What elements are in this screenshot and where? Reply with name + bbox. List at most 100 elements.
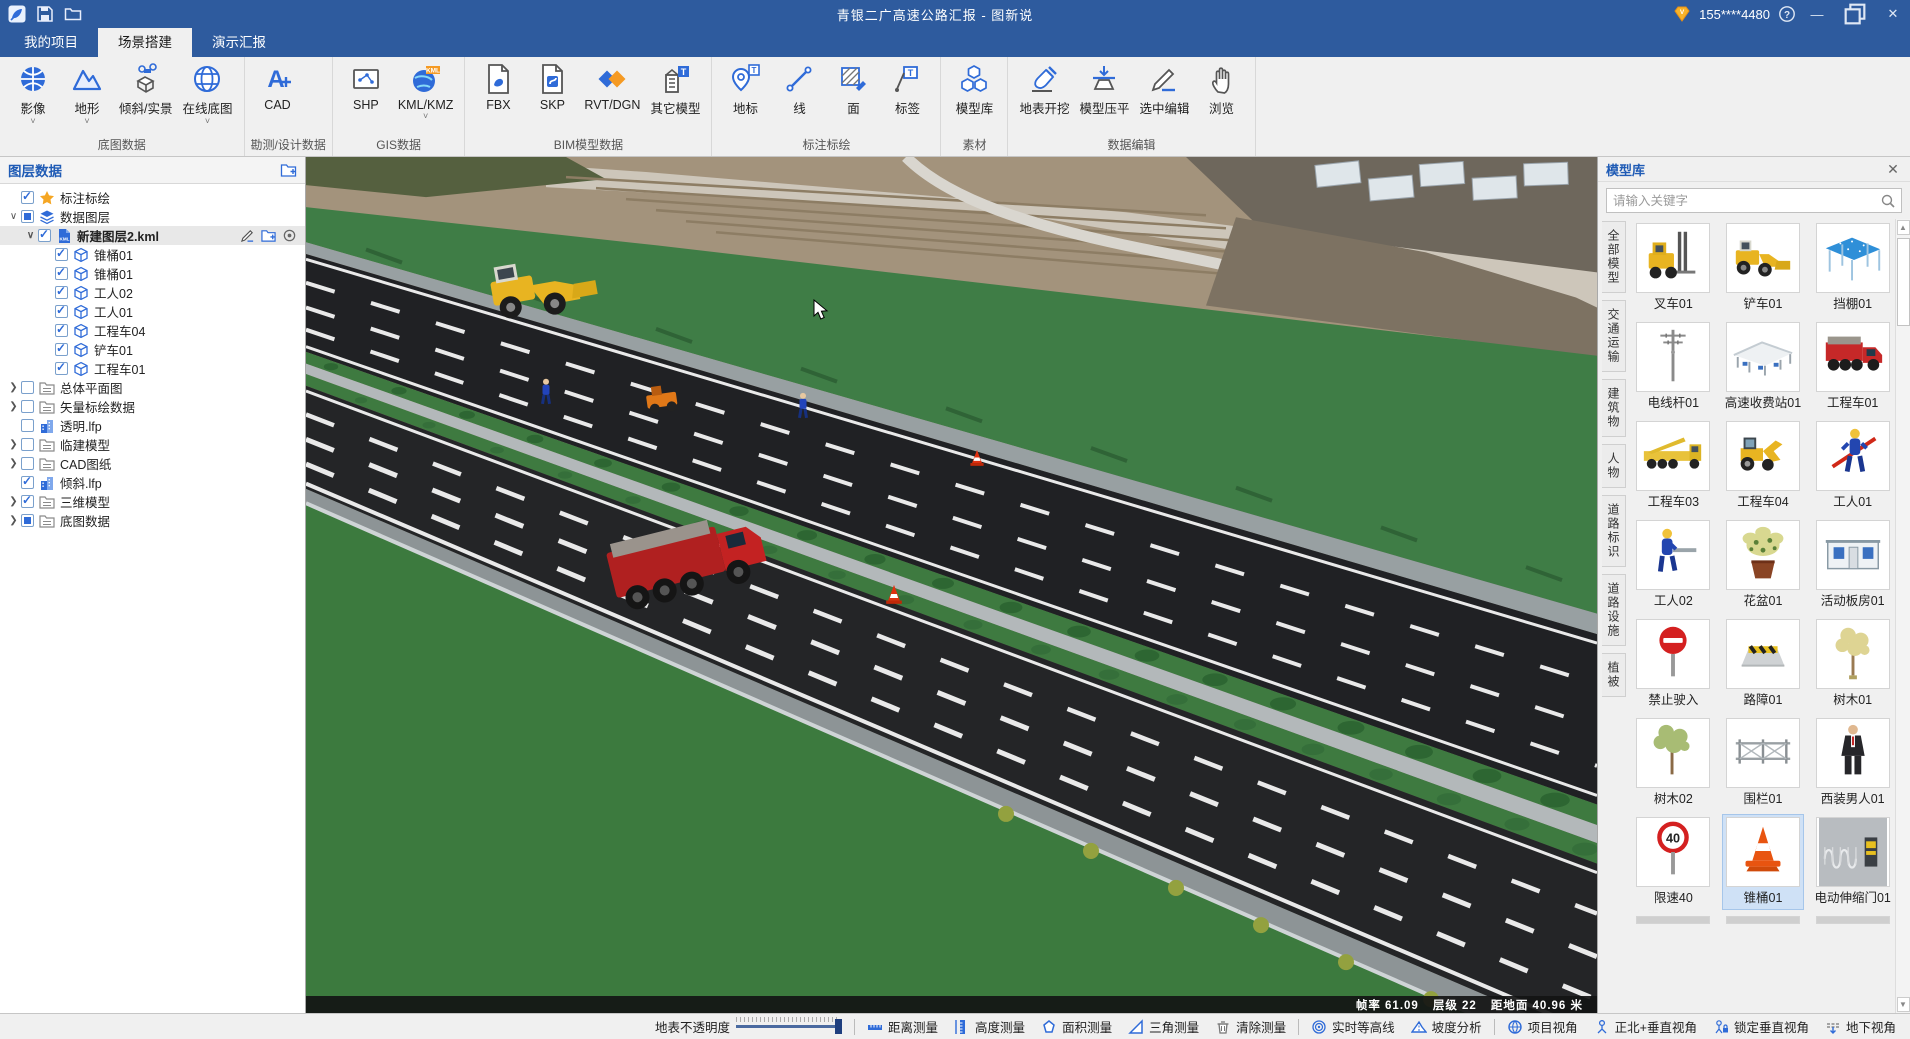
model-category-tab-2[interactable]: 建筑物 bbox=[1602, 379, 1626, 437]
tree-checkbox[interactable] bbox=[21, 381, 34, 394]
tree-checkbox[interactable] bbox=[38, 229, 51, 242]
tree-row-worker-02[interactable]: 工人02 bbox=[0, 283, 305, 302]
status-height-measure[interactable]: 高度测量 bbox=[954, 1017, 1025, 1036]
add-subfolder-icon[interactable] bbox=[261, 228, 276, 243]
tree-expander-icon[interactable]: ❯ bbox=[6, 515, 21, 526]
ribbon-item-line[interactable]: 线 bbox=[772, 61, 826, 127]
model-card[interactable]: 工程车01 bbox=[1812, 320, 1893, 414]
scroll-up-icon[interactable]: ▲ bbox=[1897, 220, 1910, 235]
tree-row-data-layers[interactable]: ∨数据图层 bbox=[0, 207, 305, 226]
model-category-tab-3[interactable]: 人物 bbox=[1602, 444, 1626, 488]
tree-expander-icon[interactable]: ❯ bbox=[6, 382, 21, 393]
tree-checkbox[interactable] bbox=[55, 267, 68, 280]
model-card[interactable]: 工程车03 bbox=[1633, 419, 1714, 513]
model-card[interactable]: 工程车04 bbox=[1723, 419, 1804, 513]
tree-row-loader-01[interactable]: 铲车01 bbox=[0, 340, 305, 359]
tree-checkbox[interactable] bbox=[21, 457, 34, 470]
vip-icon[interactable]: V bbox=[1673, 5, 1691, 23]
model-card[interactable]: 路障01 bbox=[1723, 617, 1804, 711]
tree-checkbox[interactable] bbox=[21, 191, 34, 204]
model-card[interactable]: 铲车01 bbox=[1723, 221, 1804, 315]
ribbon-item-skp[interactable]: SKP bbox=[525, 61, 579, 122]
model-card[interactable]: 西装男人01 bbox=[1812, 716, 1893, 810]
ribbon-item-other-model[interactable]: T其它模型 bbox=[645, 61, 705, 127]
model-card[interactable]: 锥桶01 bbox=[1723, 815, 1804, 909]
search-icon[interactable] bbox=[1880, 193, 1896, 209]
ribbon-item-fbx[interactable]: FBX bbox=[471, 61, 525, 122]
surface-opacity-slider[interactable] bbox=[736, 1025, 840, 1028]
model-card[interactable]: 花盆01 bbox=[1723, 518, 1804, 612]
ribbon-item-imagery[interactable]: 影像˅ bbox=[6, 61, 60, 127]
tree-checkbox[interactable] bbox=[21, 495, 34, 508]
ribbon-item-label-tag[interactable]: T标签 bbox=[880, 61, 934, 127]
tree-row-truck-04[interactable]: 工程车04 bbox=[0, 321, 305, 340]
ribbon-item-oblique-reality[interactable]: 倾斜/实景 bbox=[114, 61, 177, 127]
ribbon-item-model-flatten[interactable]: 模型压平 bbox=[1074, 61, 1134, 127]
tree-checkbox[interactable] bbox=[21, 210, 34, 223]
tree-row-basemap-data[interactable]: ❯底图数据 bbox=[0, 511, 305, 530]
model-card[interactable]: 高速收费站01 bbox=[1723, 320, 1804, 414]
ribbon-item-placemark[interactable]: T地标 bbox=[718, 61, 772, 127]
model-card[interactable]: 工人02 bbox=[1633, 518, 1714, 612]
help-icon[interactable]: ? bbox=[1778, 5, 1796, 23]
status-clear-measure[interactable]: 清除测量 bbox=[1215, 1017, 1286, 1036]
tree-expander-icon[interactable]: ∨ bbox=[6, 211, 21, 222]
tab-scene-build[interactable]: 场景搭建 bbox=[98, 28, 192, 57]
tree-row-truck-01[interactable]: 工程车01 bbox=[0, 359, 305, 378]
tree-row-new-layer-2[interactable]: ∨KML新建图层2.kml bbox=[0, 226, 305, 245]
model-card[interactable]: 围栏01 bbox=[1723, 716, 1804, 810]
tree-row-master-plan[interactable]: ❯总体平面图 bbox=[0, 378, 305, 397]
account-label[interactable]: 155****4480 bbox=[1699, 7, 1770, 22]
model-card[interactable]: 树木02 bbox=[1633, 716, 1714, 810]
status-north-vertical-view[interactable]: 正北+垂直视角 bbox=[1594, 1017, 1697, 1036]
tree-row-annotation[interactable]: 标注标绘 bbox=[0, 188, 305, 207]
tree-checkbox[interactable] bbox=[55, 324, 68, 337]
status-underground-view[interactable]: 地下视角 bbox=[1825, 1017, 1896, 1036]
model-card[interactable]: 叉车01 bbox=[1633, 221, 1714, 315]
tree-checkbox[interactable] bbox=[55, 248, 68, 261]
tree-row-vector-plot-data[interactable]: ❯矢量标绘数据 bbox=[0, 397, 305, 416]
slider-thumb[interactable] bbox=[835, 1019, 842, 1034]
restore-button[interactable] bbox=[1838, 0, 1872, 28]
close-button[interactable]: ✕ bbox=[1876, 0, 1910, 28]
tree-expander-icon[interactable]: ❯ bbox=[6, 496, 21, 507]
model-card[interactable]: 树木01 bbox=[1812, 617, 1893, 711]
tree-row-cad-drawings[interactable]: ❯CAD图纸 bbox=[0, 454, 305, 473]
minimize-button[interactable]: — bbox=[1800, 0, 1834, 28]
model-card[interactable]: 电线杆01 bbox=[1633, 320, 1714, 414]
status-distance-measure[interactable]: 距离测量 bbox=[867, 1017, 938, 1036]
model-category-tab-6[interactable]: 植被 bbox=[1602, 653, 1626, 697]
status-project-view[interactable]: 项目视角 bbox=[1507, 1017, 1578, 1036]
tree-checkbox[interactable] bbox=[21, 438, 34, 451]
tree-row-worker-01[interactable]: 工人01 bbox=[0, 302, 305, 321]
ribbon-item-surface-excavation[interactable]: 地表开挖 bbox=[1014, 61, 1074, 127]
tree-checkbox[interactable] bbox=[21, 514, 34, 527]
add-layer-folder-icon[interactable] bbox=[280, 162, 297, 178]
tree-checkbox[interactable] bbox=[55, 305, 68, 318]
locate-layer-icon[interactable] bbox=[282, 228, 297, 243]
tab-my-projects[interactable]: 我的项目 bbox=[4, 28, 98, 57]
model-card[interactable]: 工人01 bbox=[1812, 419, 1893, 513]
tab-presentation[interactable]: 演示汇报 bbox=[192, 28, 286, 57]
model-card[interactable]: 挡棚01 bbox=[1812, 221, 1893, 315]
save-icon[interactable] bbox=[36, 5, 54, 23]
scroll-down-icon[interactable]: ▼ bbox=[1897, 997, 1910, 1012]
chevron-down-icon[interactable]: ˅ bbox=[84, 117, 89, 127]
tree-expander-icon[interactable]: ❯ bbox=[6, 458, 21, 469]
ribbon-item-polygon[interactable]: 面 bbox=[826, 61, 880, 127]
model-category-tab-4[interactable]: 道路标识 bbox=[1602, 495, 1626, 567]
chevron-down-icon[interactable]: ˅ bbox=[423, 112, 428, 122]
viewport-3d[interactable]: 帧率 61.09层级 22距地面 40.96 米 bbox=[306, 157, 1597, 1013]
tree-checkbox[interactable] bbox=[21, 400, 34, 413]
ribbon-item-cad[interactable]: ACAD bbox=[251, 61, 305, 122]
status-triangle-measure[interactable]: 三角测量 bbox=[1128, 1017, 1199, 1036]
tree-expander-icon[interactable]: ❯ bbox=[6, 401, 21, 412]
tree-row-temp-models[interactable]: ❯临建模型 bbox=[0, 435, 305, 454]
status-realtime-contour[interactable]: 实时等高线 bbox=[1311, 1017, 1395, 1036]
tree-row-models-3d[interactable]: ❯三维模型 bbox=[0, 492, 305, 511]
status-lock-vertical-view[interactable]: 锁定垂直视角 bbox=[1713, 1017, 1809, 1036]
close-panel-icon[interactable]: ✕ bbox=[1884, 161, 1902, 178]
ribbon-item-select-edit[interactable]: 选中编辑 bbox=[1134, 61, 1194, 127]
tree-expander-icon[interactable]: ∨ bbox=[23, 230, 38, 241]
model-card[interactable]: 禁止驶入 bbox=[1633, 617, 1714, 711]
